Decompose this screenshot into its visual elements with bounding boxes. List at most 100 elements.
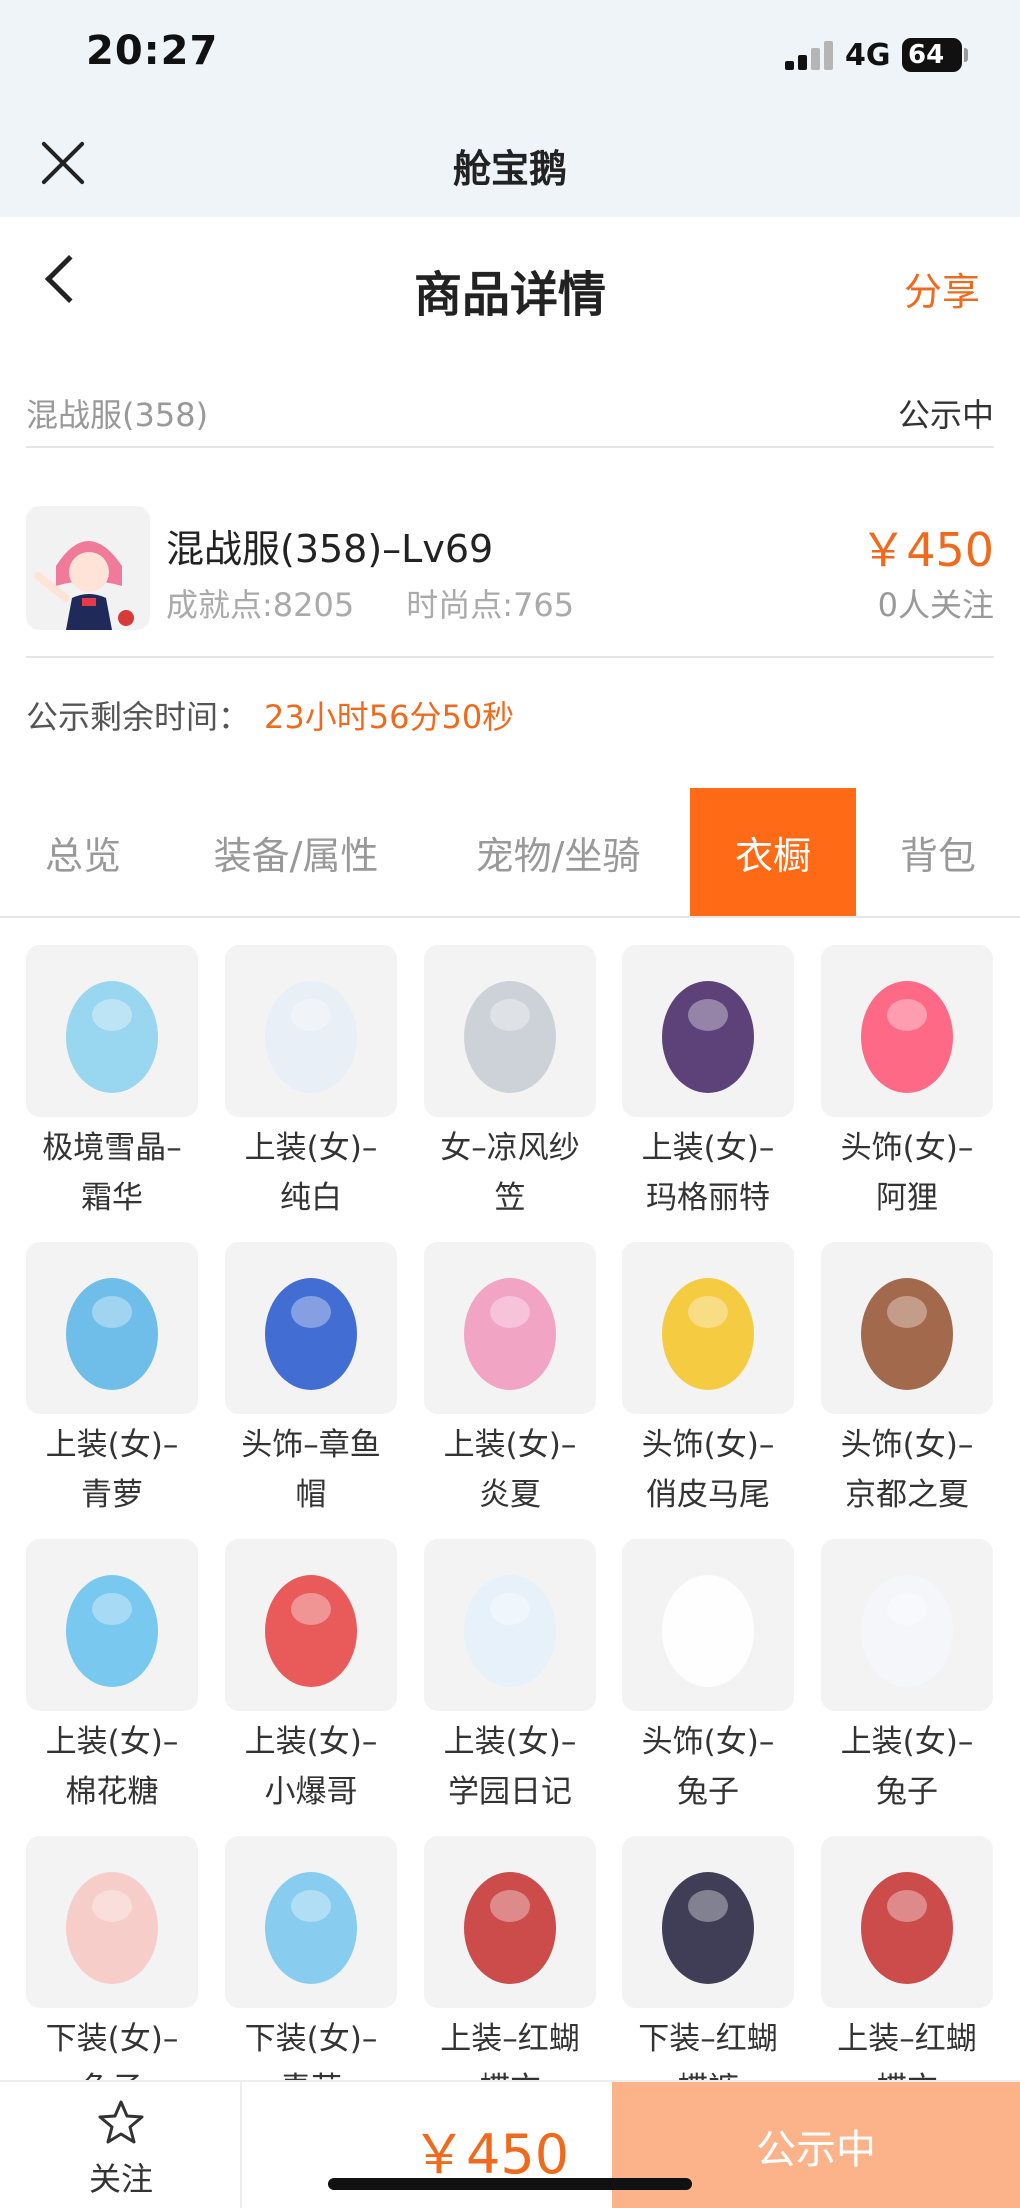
wardrobe-item-label: 女–凉风纱笠 [418,1123,602,1223]
wardrobe-item-line2: 阿狸 [876,1180,938,1216]
wardrobe-item-label: 极境雪晶– 霜华 [26,1123,204,1223]
wardrobe-item-line1: 上装(女)– [244,1724,378,1760]
wardrobe-item-label: 上装(女)– 学园日记 [418,1717,602,1817]
bunny-head-icon [622,1539,794,1711]
bow-icon [26,945,198,1117]
wardrobe-item-line2: 玛格丽特 [646,1180,770,1216]
octopus-hat-icon [225,1242,397,1414]
wardrobe-item-line2: 兔子 [876,1774,938,1810]
wardrobe-item-line1: 下装–红蝴 [638,2021,778,2057]
red-armor-icon [424,1836,596,2008]
wardrobe-item[interactable]: 头饰(女)– 俏皮马尾 [622,1242,794,1532]
wardrobe-item[interactable]: 头饰(女)– 阿狸 [821,945,993,1235]
follow-label: 关注 [88,2160,153,2198]
wardrobe-item-line2: 青萝 [219,2064,403,2080]
veil-hat-icon [424,945,596,1117]
wardrobe-item[interactable]: 上装(女)– 青萝 [26,1242,198,1532]
wardrobe-item[interactable]: 上装(女)– 玛格丽特 [622,945,794,1235]
cloud-dress-icon [26,1539,198,1711]
wardrobe-item[interactable]: 上装(女)– 学园日记 [424,1539,596,1829]
wardrobe-item-line1: 上装(女)– [45,1427,179,1463]
tab-pets[interactable]: 宠物/坐骑 [426,788,690,916]
wardrobe-item[interactable]: 下装(女)–青萝 [225,1836,397,2080]
wardrobe-item-line1: 上装(女)– [45,1724,179,1760]
wardrobe-item-line2: 霜华 [81,1180,143,1216]
share-button[interactable]: 分享 [904,261,980,316]
wardrobe-item-label: 头饰(女)– 阿狸 [815,1123,996,1223]
wardrobe-item-line2: 兔子 [26,2064,204,2080]
wardrobe-item-line1: 上装(女)– [244,1130,378,1166]
character-stats: 成就点:8205 时尚点:765 [166,580,626,626]
server-row: 混战服(358) 公示中 [26,378,994,448]
red-hoodie-icon [225,1539,397,1711]
wardrobe-item[interactable]: 上装–红蝴蝶衣 [424,1836,596,2080]
wardrobe-item-label: 头饰–章鱼帽 [219,1420,403,1520]
wardrobe-item[interactable]: 女–凉风纱笠 [424,945,596,1235]
wardrobe-item-label: 上装(女)– 玛格丽特 [616,1123,800,1223]
wardrobe-item-label: 头饰(女)– 俏皮马尾 [616,1420,800,1520]
tab-equipment[interactable]: 装备/属性 [166,788,426,916]
network-type: 4G [845,38,891,73]
wardrobe-item-line1: 上装(女)– [840,1724,974,1760]
wardrobe-item-line1: 上装–红蝴 [440,2021,580,2057]
server-name: 混战服(358) [26,396,209,434]
character-row[interactable]: 混战服(358)–Lv69 成就点:8205 时尚点:765 ￥450 0人关注 [26,478,994,658]
wardrobe-item[interactable]: 上装(女)– 兔子 [821,1539,993,1829]
wardrobe-item-label: 上装(女)– 棉花糖 [26,1717,204,1817]
wardrobe-item[interactable]: 上装–红蝴蝶衣 [821,1836,993,2080]
wardrobe-item-line1: 上装(女)– [443,1427,577,1463]
white-dress-icon [225,945,397,1117]
wardrobe-item[interactable]: 极境雪晶– 霜华 [26,945,198,1235]
wardrobe-item-line2: 学园日记 [448,1774,572,1810]
blue-dress-icon [26,1242,198,1414]
countdown-value: 23小时56分50秒 [264,698,515,736]
wardrobe-item-line1: 女–凉风纱 [440,1130,580,1166]
wardrobe-item[interactable]: 头饰–章鱼帽 [225,1242,397,1532]
battery-level: 64 [908,40,945,70]
nav-bar: 商品详情 分享 [0,217,1020,347]
wardrobe-item-label: 头饰(女)– 兔子 [616,1717,800,1817]
tab-bar: 总览 装备/属性 宠物/坐骑 衣橱 背包 [0,788,1020,918]
wardrobe-item[interactable]: 下装–红蝴蝶裤 [622,1836,794,2080]
wardrobe-item-line2: 炎夏 [479,1477,541,1513]
page-title: 商品详情 [413,267,606,323]
wardrobe-item-label: 上装(女)– 小爆哥 [219,1717,403,1817]
follow-button[interactable]: 关注 [0,2082,242,2208]
wardrobe-item-label: 上装(女)– 炎夏 [418,1420,602,1520]
wardrobe-item[interactable]: 下装(女)–兔子 [26,1836,198,2080]
wardrobe-grid: 极境雪晶– 霜华 上装(女)– 纯白 女–凉风纱笠上装(女)– 玛格丽特 头饰(女)– 阿狸上… [26,945,996,2080]
wardrobe-item-label: 下装–红蝴蝶裤 [616,2014,800,2080]
blue-boots-icon [225,1836,397,2008]
listing-status: 公示中 [897,396,994,434]
wardrobe-item-line1: 头饰(女)– [641,1724,775,1760]
wardrobe-item-line2: 小爆哥 [264,1774,358,1810]
wardrobe-item-label: 上装–红蝴蝶衣 [418,2014,602,2080]
tab-wardrobe[interactable]: 衣橱 [690,788,856,916]
fashion-points: 时尚点:765 [406,586,575,624]
wardrobe-item-line1: 头饰(女)– [641,1427,775,1463]
wardrobe-item[interactable]: 头饰(女)– 兔子 [622,1539,794,1829]
app-header: 20:27 4G 64 舱宝鹅 [0,0,1020,217]
wardrobe-item[interactable]: 上装(女)– 纯白 [225,945,397,1235]
wardrobe-item-line1: 头饰–章鱼 [241,1427,381,1463]
tab-backpack[interactable]: 背包 [856,788,1020,916]
wardrobe-item[interactable]: 上装(女)– 炎夏 [424,1242,596,1532]
wardrobe-item-label: 上装(女)– 青萝 [26,1420,204,1520]
character-name: 混战服(358)–Lv69 [166,527,494,571]
wardrobe-item[interactable]: 头饰(女)– 京都之夏 [821,1242,993,1532]
wardrobe-item[interactable]: 上装(女)– 棉花糖 [26,1539,198,1829]
wardrobe-item[interactable]: 上装(女)– 小爆哥 [225,1539,397,1829]
wardrobe-item-line2: 蝶衣 [418,2064,602,2080]
wardrobe-item-label: 下装(女)– 兔子 [26,2014,204,2080]
tab-overview[interactable]: 总览 [0,788,166,916]
mini-app-title: 舱宝鹅 [452,147,567,191]
wardrobe-item-line2: 蝶裤 [616,2064,800,2080]
wardrobe-item-label: 上装(女)– 兔子 [815,1717,996,1817]
red-armor-icon [821,1836,993,2008]
pink-bikini-icon [424,1242,596,1414]
countdown-label: 公示剩余时间： [26,698,251,736]
wardrobe-item-line2: 纯白 [280,1180,342,1216]
bunny-suit-icon [821,1539,993,1711]
battery-tip [964,48,968,62]
wardrobe-item-label: 头饰(女)– 京都之夏 [815,1420,996,1520]
